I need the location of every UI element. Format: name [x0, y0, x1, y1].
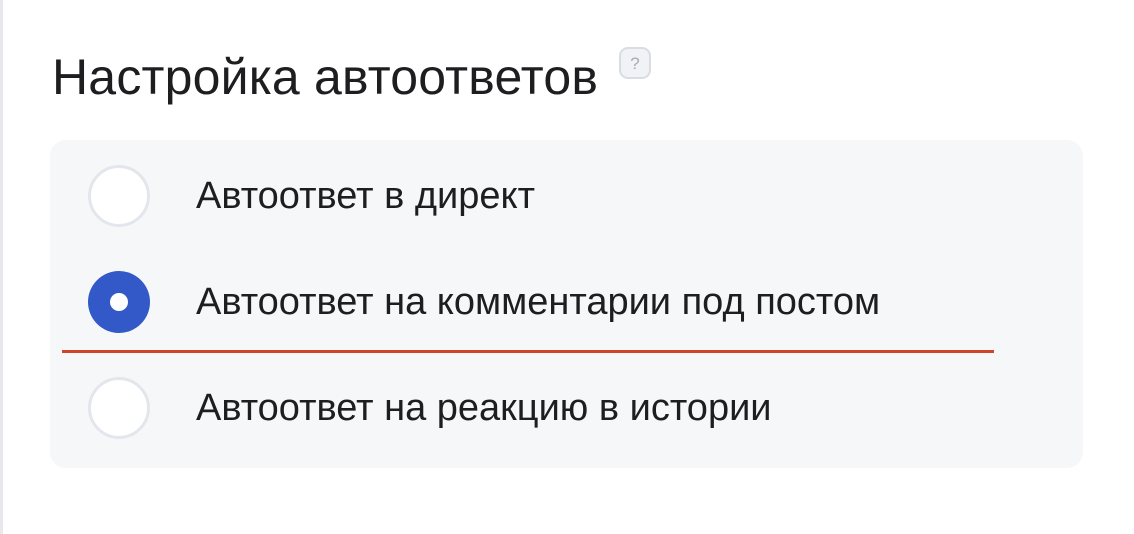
radio-button-unchecked[interactable]: [88, 165, 150, 227]
radio-button-checked[interactable]: [88, 271, 150, 333]
svg-text:?: ?: [630, 54, 639, 73]
section-title: Настройка автоответов: [52, 49, 599, 105]
option-direct-autoreply[interactable]: Автоответ в директ: [88, 161, 535, 231]
radio-dot-icon: [110, 293, 128, 311]
left-border: [0, 0, 3, 534]
option-label: Автоответ на реакцию в истории: [196, 387, 772, 429]
option-label: Автоответ на комментарии под постом: [196, 281, 881, 323]
question-mark-icon[interactable]: ?: [618, 46, 652, 80]
radio-button-unchecked[interactable]: [88, 377, 150, 439]
selected-option-underline: [62, 350, 994, 353]
option-label: Автоответ в директ: [196, 175, 535, 217]
section-header: Настройка автоответов ?: [52, 44, 652, 114]
option-comment-autoreply[interactable]: Автоответ на комментарии под постом: [88, 267, 880, 337]
autoreply-options-panel: Автоответ в директ Автоответ на коммента…: [50, 140, 1083, 468]
option-story-reaction-autoreply[interactable]: Автоответ на реакцию в истории: [88, 373, 772, 443]
